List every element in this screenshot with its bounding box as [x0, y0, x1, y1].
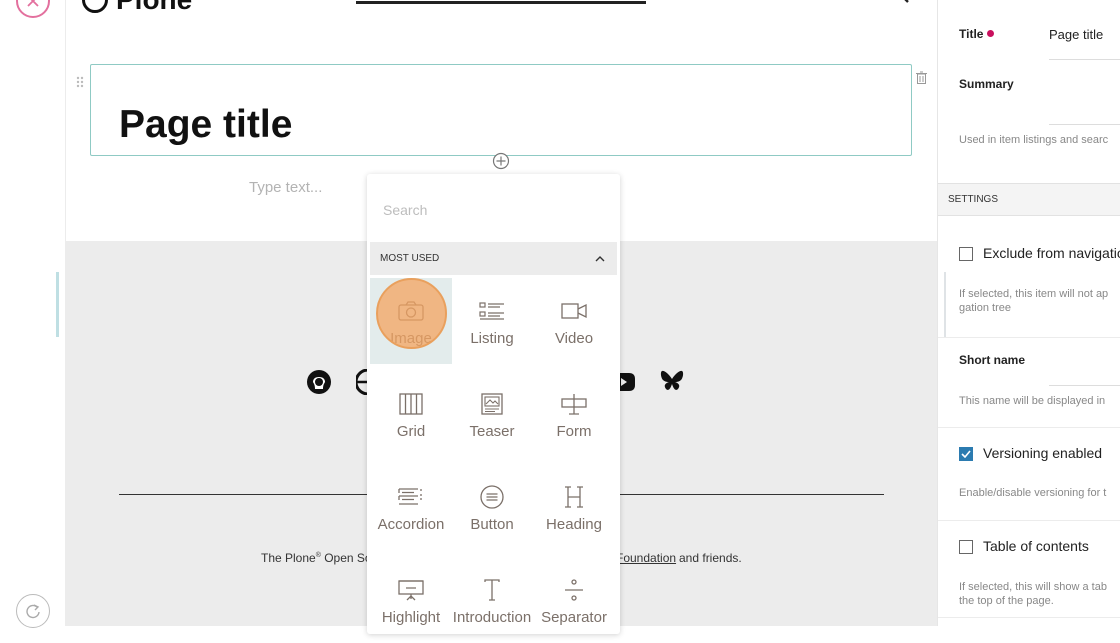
add-block-icon[interactable]	[492, 152, 510, 170]
form-icon	[561, 394, 587, 415]
title-field-input[interactable]: Page title	[1049, 27, 1103, 42]
text-block-placeholder[interactable]: Type text...	[249, 179, 322, 196]
block-label: Image	[390, 330, 432, 347]
drag-handle-icon[interactable]	[76, 76, 84, 88]
logo-text: Plone	[116, 0, 192, 16]
most-used-section-header[interactable]: MOST USED	[370, 242, 617, 275]
block-label: Separator	[541, 609, 607, 626]
properties-sidebar: Title Page title Summary Used in item li…	[937, 0, 1120, 626]
exclude-from-navigation-label: Exclude from navigatio	[983, 245, 1120, 261]
block-label: Highlight	[381, 609, 441, 626]
block-label: Listing	[470, 330, 514, 347]
exclude-from-navigation-checkbox[interactable]	[959, 247, 973, 261]
block-option-form[interactable]: Form	[533, 371, 615, 457]
introduction-icon	[484, 579, 500, 601]
block-chooser: Search MOST USED Image Listing Video Gri…	[367, 174, 620, 634]
bluesky-icon[interactable]	[660, 369, 684, 393]
teaser-icon	[481, 393, 503, 415]
footer-text-prefix: The Plone	[261, 551, 316, 565]
table-of-contents-label: Table of contents	[983, 538, 1089, 554]
scroll-indicator	[56, 272, 59, 337]
block-label: Form	[556, 423, 592, 440]
versioning-checkbox[interactable]	[959, 447, 973, 461]
chevron-up-icon	[595, 256, 605, 262]
toc-hint-line-1: If selected, this will show a tab	[959, 581, 1107, 593]
page-title[interactable]: Page title	[119, 103, 292, 147]
summary-field-input[interactable]	[1049, 124, 1120, 125]
block-option-heading[interactable]: Heading	[533, 464, 615, 550]
short-name-label: Short name	[959, 353, 1026, 367]
camera-icon	[398, 301, 424, 321]
block-option-video[interactable]: Video	[533, 278, 615, 364]
required-indicator	[987, 30, 995, 37]
divider	[938, 617, 1120, 618]
plone-logo-icon	[82, 0, 108, 13]
site-logo[interactable]: Plone	[82, 0, 192, 16]
redo-icon	[26, 604, 40, 619]
divider	[938, 427, 1120, 428]
redo-button[interactable]	[16, 594, 50, 628]
foundation-link[interactable]: Foundation	[616, 551, 676, 565]
block-label: Introduction	[452, 609, 532, 626]
block-option-grid[interactable]: Grid	[370, 371, 452, 457]
section-label: MOST USED	[380, 253, 440, 264]
divider	[938, 337, 1120, 338]
settings-section-header[interactable]: SETTINGS	[938, 183, 1120, 216]
field-accent	[944, 272, 946, 338]
summary-hint: Used in item listings and searc	[959, 134, 1109, 146]
block-label: Teaser	[469, 423, 515, 440]
github-icon[interactable]	[306, 369, 332, 395]
settings-label: SETTINGS	[948, 194, 999, 205]
separator-icon	[565, 579, 583, 601]
grid-icon	[399, 393, 423, 415]
footer-text-suffix: and friends.	[679, 551, 742, 565]
search-icon[interactable]	[884, 0, 914, 8]
close-icon	[27, 0, 39, 7]
block-label: Button	[470, 516, 514, 533]
video-icon	[561, 303, 587, 319]
list-icon	[479, 302, 504, 320]
block-label: Heading	[546, 516, 602, 533]
block-option-teaser[interactable]: Teaser	[451, 371, 533, 457]
footer-text-mid: Open So	[320, 551, 372, 565]
short-name-input[interactable]	[1049, 385, 1120, 386]
trash-icon[interactable]	[916, 71, 927, 84]
exclude-hint-line-2: gation tree	[959, 302, 1011, 314]
block-option-accordion[interactable]: Accordion	[370, 464, 452, 550]
block-search-input[interactable]: Search	[383, 202, 427, 218]
block-option-listing[interactable]: Listing	[451, 278, 533, 364]
footer-text: The Plone® Open So Foundation and friend…	[261, 551, 742, 565]
block-option-separator[interactable]: Separator	[533, 557, 615, 643]
versioning-hint: Enable/disable versioning for t	[959, 487, 1107, 499]
accordion-icon	[398, 488, 422, 505]
block-option-introduction[interactable]: Introduction	[451, 557, 533, 643]
heading-icon	[565, 486, 583, 508]
header-navigation	[356, 0, 646, 4]
button-icon	[480, 485, 504, 509]
summary-field-label: Summary	[959, 77, 1014, 91]
block-label: Accordion	[377, 516, 445, 533]
block-option-image[interactable]: Image	[370, 278, 452, 364]
left-toolbar	[0, 0, 66, 628]
exclude-hint-line-1: If selected, this item will not ap	[959, 288, 1109, 300]
block-label: Video	[554, 330, 594, 347]
close-button[interactable]	[16, 0, 50, 18]
block-label: Grid	[396, 423, 426, 440]
title-field-underline	[1049, 59, 1120, 60]
highlight-icon	[398, 580, 424, 601]
title-field-label: Title	[959, 27, 995, 41]
block-option-highlight[interactable]: Highlight	[370, 557, 452, 643]
short-name-hint: This name will be displayed in	[959, 395, 1106, 407]
title-block[interactable]: Page title	[90, 64, 912, 156]
toc-hint-line-2: the top of the page.	[959, 595, 1054, 607]
versioning-label: Versioning enabled	[983, 445, 1103, 461]
checkmark-icon	[961, 450, 971, 458]
divider	[938, 520, 1120, 521]
title-label-text: Title	[959, 27, 984, 41]
table-of-contents-checkbox[interactable]	[959, 540, 973, 554]
block-option-button[interactable]: Button	[451, 464, 533, 550]
